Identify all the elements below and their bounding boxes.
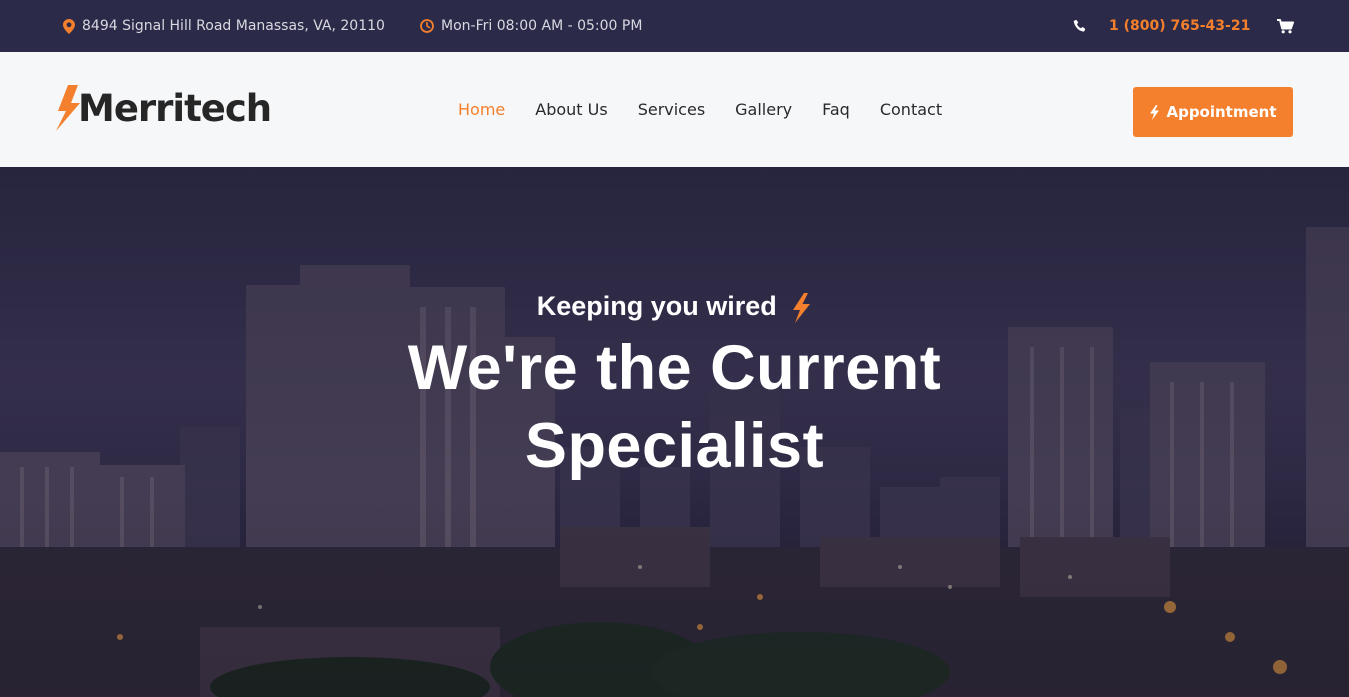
phone-icon — [1073, 0, 1088, 52]
nav-faq[interactable]: Faq — [822, 100, 850, 119]
topbar: 8494 Signal Hill Road Manassas, VA, 2011… — [0, 0, 1349, 52]
hero-subtitle-text: Keeping you wired — [536, 291, 777, 321]
main-nav: Home About Us Services Gallery Faq Conta… — [458, 52, 942, 167]
hero-title-line-1: We're the Current — [407, 333, 942, 403]
cart-icon[interactable] — [1277, 0, 1294, 52]
hero-title: We're the Current Specialist — [0, 329, 1349, 485]
logo-text: Merritech — [78, 86, 272, 130]
address-info: 8494 Signal Hill Road Manassas, VA, 2011… — [63, 0, 385, 52]
hero-title-line-2: Specialist — [524, 411, 825, 481]
nav-home[interactable]: Home — [458, 100, 505, 119]
hours-text: Mon-Fri 08:00 AM - 05:00 PM — [441, 18, 643, 34]
nav-about-us[interactable]: About Us — [535, 100, 607, 119]
bolt-icon — [1150, 104, 1160, 120]
hero-section: Keeping you wired We're the Current Spec… — [0, 167, 1349, 697]
phone-link[interactable]: 1 (800) 765-43-21 — [1109, 0, 1250, 52]
map-pin-icon — [63, 18, 75, 34]
nav-contact[interactable]: Contact — [880, 100, 942, 119]
bolt-icon — [793, 292, 811, 323]
address-text: 8494 Signal Hill Road Manassas, VA, 2011… — [82, 18, 385, 34]
phone-number[interactable]: 1 (800) 765-43-21 — [1109, 18, 1250, 34]
appointment-label[interactable]: Appointment — [1166, 103, 1276, 121]
hours-info: Mon-Fri 08:00 AM - 05:00 PM — [420, 0, 642, 52]
hero-subtitle: Keeping you wired — [0, 291, 1349, 323]
appointment-button[interactable]: Appointment — [1133, 87, 1293, 137]
site-header: Merritech Home About Us Services Gallery… — [0, 52, 1349, 167]
clock-icon — [420, 19, 434, 33]
site-logo[interactable]: Merritech — [54, 84, 272, 132]
nav-gallery[interactable]: Gallery — [735, 100, 792, 119]
nav-services[interactable]: Services — [638, 100, 705, 119]
